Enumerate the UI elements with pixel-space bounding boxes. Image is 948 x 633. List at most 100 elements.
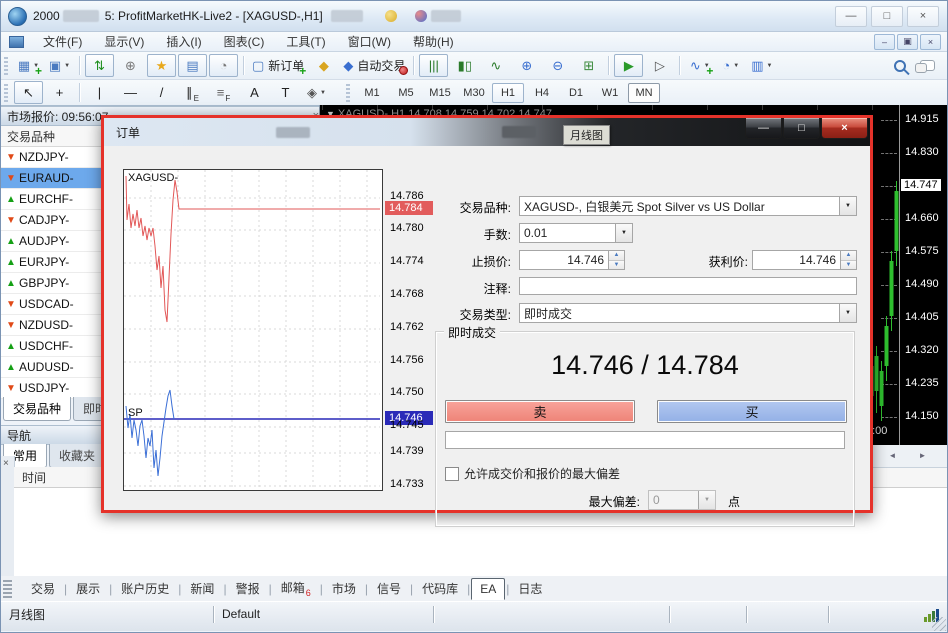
panel-grip[interactable] [1, 456, 15, 576]
zoom-in-button[interactable]: ⊕ [512, 54, 541, 77]
timeframe-m30[interactable]: M30 [458, 83, 490, 103]
search-icon[interactable] [894, 60, 906, 72]
terminal-tab-邮箱[interactable]: 邮箱6 [273, 576, 319, 600]
terminal-grip[interactable] [3, 580, 12, 598]
sell-button[interactable]: 卖 [445, 400, 635, 423]
market-watch-row[interactable]: ▲USDCHF- [1, 336, 104, 357]
toolbar-grip[interactable] [346, 84, 350, 102]
text-tool-button[interactable]: A [240, 81, 269, 104]
market-watch-row[interactable]: ▼CADJPY- [1, 210, 104, 231]
menu-item[interactable]: 显示(V) [93, 31, 155, 52]
mdi-restore-button[interactable]: ▣ [897, 34, 918, 50]
cursor-tool-button[interactable]: ↖ [14, 81, 43, 104]
market-watch-column-header[interactable]: 交易品种 [1, 126, 110, 147]
profiles-button[interactable]: ▣▼ [45, 54, 74, 77]
market-watch-row[interactable]: ▼NZDUSD- [1, 315, 104, 336]
market-watch-row[interactable]: ▲GBPJPY- [1, 273, 104, 294]
periods-button[interactable]: ◔▼ [716, 54, 745, 77]
chevron-down-icon[interactable]: ▼ [839, 197, 856, 215]
order-type-select[interactable]: 即时成交 ▼ [519, 303, 857, 323]
toolbar-grip[interactable] [4, 84, 8, 102]
terminal-tab-交易[interactable]: 交易 [23, 577, 63, 600]
market-watch-row[interactable]: ▼NZDJPY- [1, 147, 104, 168]
terminal-tab-市场[interactable]: 市场 [324, 577, 364, 600]
chevron-down-icon[interactable]: ▼ [698, 491, 715, 509]
label-tool-button[interactable]: T [271, 81, 300, 104]
menu-item[interactable]: 插入(I) [155, 31, 212, 52]
market-watch-row[interactable]: ▲EURCHF- [1, 189, 104, 210]
dialog-maximize-button[interactable]: □ [783, 118, 820, 139]
menu-item[interactable]: 工具(T) [275, 31, 336, 52]
crosshair-tool-button[interactable]: + [45, 81, 74, 104]
mdi-close-button[interactable]: × [920, 34, 941, 50]
vline-tool-button[interactable]: | [85, 81, 114, 104]
strategy-tester-button[interactable]: ◔ [209, 54, 238, 77]
hline-tool-button[interactable]: — [116, 81, 145, 104]
market-watch-row[interactable]: ▼EURAUD- [1, 168, 104, 189]
scroll-left-icon[interactable]: ◄ [885, 448, 900, 463]
market-watch-button[interactable]: ⇅ [85, 54, 114, 77]
chevron-down-icon[interactable]: ▼ [839, 304, 856, 322]
dialog-titlebar[interactable]: 订单 — □ × [104, 118, 870, 146]
terminal-tab-展示[interactable]: 展示 [68, 577, 108, 600]
chat-icon[interactable] [920, 60, 935, 71]
menu-item[interactable]: 帮助(H) [402, 31, 465, 52]
trendline-tool-button[interactable]: / [147, 81, 176, 104]
mdi-minimize-button[interactable]: – [874, 34, 895, 50]
navigator-tab[interactable]: 收藏夹 [49, 444, 105, 468]
timeframe-m15[interactable]: M15 [424, 83, 456, 103]
menu-item[interactable]: 窗口(W) [337, 31, 402, 52]
tile-windows-button[interactable]: ⊞ [574, 54, 603, 77]
new-chart-button[interactable]: ▦+▼ [14, 54, 43, 77]
market-watch-row[interactable]: ▲AUDJPY- [1, 231, 104, 252]
market-watch-row[interactable]: ▲EURJPY- [1, 252, 104, 273]
timeframe-m1[interactable]: M1 [356, 83, 388, 103]
autotrading-button[interactable]: ◆自动交易 [340, 54, 408, 77]
dialog-minimize-button[interactable]: — [745, 118, 782, 139]
stop-loss-input[interactable]: 14.746 ▲▼ [519, 250, 625, 270]
chevron-down-icon[interactable]: ▼ [615, 224, 632, 242]
indicators-button[interactable]: ∿+▼ [685, 54, 714, 77]
menu-item[interactable]: 文件(F) [32, 31, 93, 52]
terminal-tab-信号[interactable]: 信号 [369, 577, 409, 600]
take-profit-input[interactable]: 14.746 ▲▼ [752, 250, 857, 270]
zoom-out-button[interactable]: ⊖ [543, 54, 572, 77]
close-button[interactable]: × [907, 6, 939, 27]
terminal-tab-新闻[interactable]: 新闻 [182, 577, 222, 600]
timeframe-h4[interactable]: H4 [526, 83, 558, 103]
timeframe-h1[interactable]: H1 [492, 83, 524, 103]
chart-shift-button[interactable]: ▷ [645, 54, 674, 77]
line-chart-button[interactable]: ∿ [481, 54, 510, 77]
market-watch-row[interactable]: ▲AUDUSD- [1, 357, 104, 378]
max-deviation-select[interactable]: 0 ▼ [648, 490, 716, 510]
timeframe-d1[interactable]: D1 [560, 83, 592, 103]
comment-input[interactable] [519, 277, 857, 295]
terminal-tab-代码库[interactable]: 代码库 [414, 577, 466, 600]
buy-button[interactable]: 买 [657, 400, 847, 423]
auto-scroll-button[interactable]: ▶ [614, 54, 643, 77]
market-watch-row[interactable]: ▼USDCAD- [1, 294, 104, 315]
timeframe-mn[interactable]: MN [628, 83, 660, 103]
terminal-tab-日志[interactable]: 日志 [510, 577, 550, 600]
resize-grip[interactable] [932, 617, 946, 631]
toolbar-grip[interactable] [4, 57, 8, 75]
scroll-right-icon[interactable]: ► [915, 448, 930, 463]
templates-button[interactable]: ▥▼ [747, 54, 776, 77]
candlestick-chart-button[interactable]: ▮▯ [450, 54, 479, 77]
timeframe-m5[interactable]: M5 [390, 83, 422, 103]
market-watch-row[interactable]: ▼USDJPY- [1, 378, 104, 399]
take-profit-stepper[interactable]: ▲▼ [840, 251, 856, 269]
terminal-tab-账户历史[interactable]: 账户历史 [113, 577, 177, 600]
terminal-tab-警报[interactable]: 警报 [228, 577, 268, 600]
navigator-button[interactable]: ★ [147, 54, 176, 77]
fibonacci-tool-button[interactable]: ≡F [209, 81, 238, 104]
stop-loss-stepper[interactable]: ▲▼ [608, 251, 624, 269]
data-window-button[interactable]: ⊕ [116, 54, 145, 77]
timeframe-w1[interactable]: W1 [594, 83, 626, 103]
terminal-button[interactable]: ▤ [178, 54, 207, 77]
dialog-close-button[interactable]: × [821, 118, 868, 139]
market-watch-tab[interactable]: 交易品种 [3, 397, 71, 421]
menu-item[interactable]: 图表(C) [213, 31, 276, 52]
close-icon[interactable]: × [3, 458, 9, 469]
channel-tool-button[interactable]: ∥E [178, 81, 207, 104]
